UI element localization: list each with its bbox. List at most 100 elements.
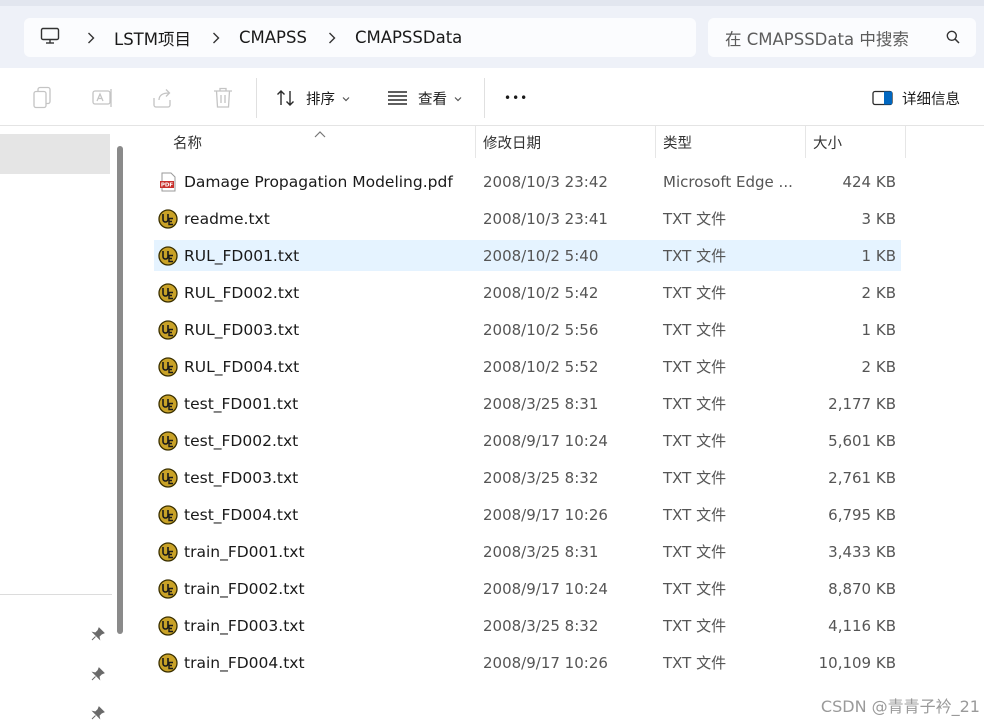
file-type: TXT 文件: [663, 469, 727, 487]
file-size: 10,109 KB: [818, 653, 896, 672]
file-size: 2 KB: [861, 283, 896, 302]
more-options-button[interactable]: •••: [504, 84, 528, 112]
column-header-type[interactable]: 类型: [663, 126, 692, 158]
address-bar[interactable]: LSTM项目 CMAPSS CMAPSSData: [24, 18, 696, 57]
file-type: TXT 文件: [663, 284, 727, 302]
file-size: 3 KB: [861, 209, 896, 228]
ultraedit-file-icon: [158, 505, 178, 525]
this-pc-button[interactable]: [40, 18, 60, 57]
file-type: TXT 文件: [663, 358, 727, 376]
column-divider[interactable]: [805, 126, 806, 158]
file-date-modified: 2008/3/25 8:31: [483, 394, 599, 413]
ultraedit-file-icon: [158, 579, 178, 599]
file-row[interactable]: train_FD002.txt 2008/9/17 10:24 TXT 文件 8,87…: [154, 573, 901, 604]
file-type: TXT 文件: [663, 432, 727, 450]
file-row[interactable]: RUL_FD004.txt 2008/10/2 5:52 TXT 文件 2 KB: [154, 351, 901, 382]
svg-text:PDF: PDF: [161, 183, 174, 189]
ultraedit-file-icon: [158, 653, 178, 673]
file-date-modified: 2008/10/3 23:41: [483, 209, 608, 228]
column-divider[interactable]: [655, 126, 656, 158]
view-list-icon: [387, 90, 408, 106]
search-input[interactable]: 在 CMAPSSData 中搜索: [708, 18, 976, 57]
file-size: 2,761 KB: [828, 468, 896, 487]
delete-icon[interactable]: [212, 86, 234, 114]
command-bar: [0, 68, 984, 126]
pin-icon[interactable]: [91, 667, 105, 685]
file-name[interactable]: test_FD001.txt: [184, 388, 298, 419]
file-type: TXT 文件: [663, 506, 727, 524]
nav-item-selected[interactable]: [0, 134, 110, 174]
file-type: TXT 文件: [663, 321, 727, 339]
pin-icon[interactable]: [91, 706, 105, 723]
rename-icon[interactable]: [91, 86, 115, 114]
file-date-modified: 2008/3/25 8:31: [483, 542, 599, 561]
sort-button[interactable]: 排序: [276, 84, 350, 112]
view-button[interactable]: 查看: [387, 84, 462, 112]
file-name[interactable]: RUL_FD002.txt: [184, 277, 299, 308]
ultraedit-file-icon: [158, 542, 178, 562]
copy-icon[interactable]: [32, 86, 54, 114]
file-name[interactable]: RUL_FD003.txt: [184, 314, 299, 345]
file-row[interactable]: RUL_FD003.txt 2008/10/2 5:56 TXT 文件 1 KB: [154, 314, 901, 345]
window-top-edge: [0, 0, 984, 6]
file-name[interactable]: Damage Propagation Modeling.pdf: [184, 166, 453, 197]
ultraedit-file-icon: [158, 468, 178, 488]
chevron-right-icon: [205, 32, 227, 44]
file-name[interactable]: train_FD003.txt: [184, 610, 305, 641]
details-pane-button[interactable]: 详细信息: [872, 84, 960, 112]
ultraedit-file-icon: [158, 246, 178, 266]
column-header-date[interactable]: 修改日期: [483, 126, 541, 158]
file-date-modified: 2008/9/17 10:26: [483, 505, 608, 524]
file-type: TXT 文件: [663, 617, 727, 635]
nav-scrollbar[interactable]: [117, 146, 123, 634]
file-row[interactable]: readme.txt 2008/10/3 23:41 TXT 文件 3 KB: [154, 203, 901, 234]
breadcrumb-item-lstm[interactable]: LSTM项目: [114, 26, 191, 50]
column-divider[interactable]: [905, 126, 906, 158]
file-date-modified: 2008/9/17 10:24: [483, 579, 608, 598]
file-row[interactable]: train_FD004.txt 2008/9/17 10:26 TXT 文件 10,1…: [154, 647, 901, 678]
file-row[interactable]: test_FD003.txt 2008/3/25 8:32 TXT 文件 2,761 …: [154, 462, 901, 493]
ultraedit-file-icon: [158, 431, 178, 451]
file-name[interactable]: RUL_FD004.txt: [184, 351, 299, 382]
pin-icon[interactable]: [91, 627, 105, 645]
file-name[interactable]: test_FD004.txt: [184, 499, 298, 530]
file-row[interactable]: train_FD003.txt 2008/3/25 8:32 TXT 文件 4,116…: [154, 610, 901, 641]
search-icon[interactable]: [946, 30, 960, 48]
chevron-down-icon: [454, 90, 462, 106]
file-type: TXT 文件: [663, 247, 727, 265]
file-type: TXT 文件: [663, 395, 727, 413]
share-icon[interactable]: [151, 86, 175, 114]
file-size: 3,433 KB: [828, 542, 896, 561]
file-row[interactable]: RUL_FD002.txt 2008/10/2 5:42 TXT 文件 2 KB: [154, 277, 901, 308]
file-row[interactable]: PDF Damage Propagation Modeling.pdf 2008/1…: [154, 166, 901, 197]
file-date-modified: 2008/10/2 5:56: [483, 320, 599, 339]
file-row[interactable]: test_FD004.txt 2008/9/17 10:26 TXT 文件 6,795…: [154, 499, 901, 530]
file-name[interactable]: train_FD002.txt: [184, 573, 305, 604]
file-name[interactable]: test_FD002.txt: [184, 425, 298, 456]
file-row[interactable]: test_FD002.txt 2008/9/17 10:24 TXT 文件 5,601…: [154, 425, 901, 456]
breadcrumb-item-cmapss[interactable]: CMAPSS: [239, 28, 307, 47]
file-size: 1 KB: [861, 320, 896, 339]
file-size: 1 KB: [861, 246, 896, 265]
file-row[interactable]: train_FD001.txt 2008/3/25 8:31 TXT 文件 3,433…: [154, 536, 901, 567]
file-date-modified: 2008/10/2 5:40: [483, 246, 599, 265]
file-row[interactable]: test_FD001.txt 2008/3/25 8:31 TXT 文件 2,177 …: [154, 388, 901, 419]
file-name[interactable]: train_FD001.txt: [184, 536, 305, 567]
ultraedit-file-icon: [158, 320, 178, 340]
toolbar-separator: [484, 78, 485, 118]
column-divider[interactable]: [475, 126, 476, 158]
chevron-right-icon: [321, 32, 343, 44]
sort-ascending-icon: [314, 124, 326, 142]
breadcrumb-item-cmapssdata[interactable]: CMAPSSData: [355, 28, 462, 47]
file-type: Microsoft Edge ...: [663, 172, 793, 191]
file-name[interactable]: RUL_FD001.txt: [184, 240, 299, 271]
file-row[interactable]: RUL_FD001.txt 2008/10/2 5:40 TXT 文件 1 KB: [154, 240, 901, 271]
toolbar-separator: [256, 78, 257, 118]
column-header-size[interactable]: 大小: [813, 126, 842, 158]
file-name[interactable]: readme.txt: [184, 203, 270, 234]
column-header-name[interactable]: 名称: [173, 126, 202, 158]
file-name[interactable]: train_FD004.txt: [184, 647, 305, 678]
file-name[interactable]: test_FD003.txt: [184, 462, 298, 493]
watermark-text: CSDN @青青子衿_21: [820, 697, 980, 716]
file-type: TXT 文件: [663, 543, 727, 561]
